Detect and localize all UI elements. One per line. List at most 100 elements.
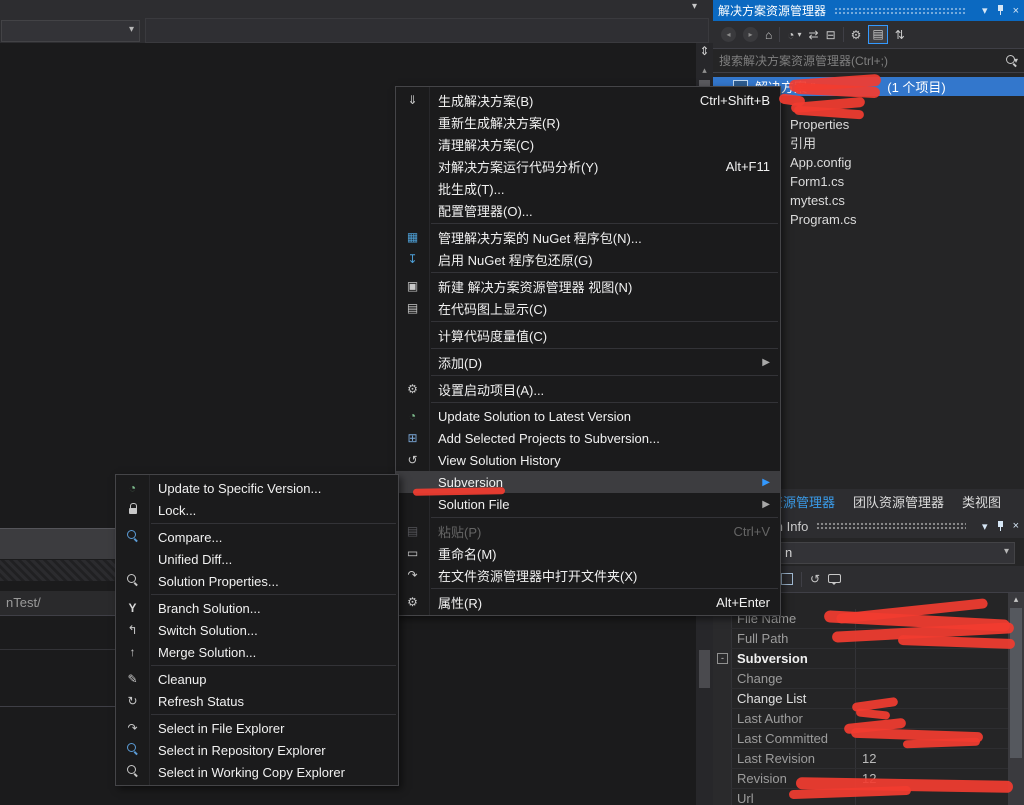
menu-item[interactable]: ▤在代码图上显示(C) bbox=[396, 297, 780, 319]
collapse-icon[interactable]: - bbox=[717, 653, 728, 664]
scroll-up-icon[interactable]: ▴ bbox=[696, 65, 713, 76]
menu-item[interactable]: Select in Repository Explorer bbox=[116, 739, 398, 761]
search-icon[interactable] bbox=[1005, 54, 1018, 67]
menu-item[interactable]: ⊞Add Selected Projects to Subversion... bbox=[396, 427, 780, 449]
refresh-icon: ↻ bbox=[116, 694, 149, 708]
nuget-icon: ▦ bbox=[396, 230, 429, 244]
menu-item[interactable]: ⚙设置启动项目(A)... bbox=[396, 378, 780, 400]
scrollbar-thumb[interactable] bbox=[699, 650, 710, 688]
home-icon[interactable]: ⌂ bbox=[765, 27, 772, 43]
document-icon[interactable] bbox=[781, 573, 793, 585]
menu-item[interactable]: ↧启用 NuGet 程序包还原(G) bbox=[396, 248, 780, 270]
forward-icon[interactable]: ▸ bbox=[743, 27, 758, 42]
menu-item-label: 对解决方案运行代码分析(Y) bbox=[429, 157, 598, 176]
property-row[interactable]: -Subversion bbox=[731, 649, 1008, 669]
menu-item[interactable]: ↷在文件资源管理器中打开文件夹(X) bbox=[396, 564, 780, 586]
menu-item[interactable]: ▭重命名(M) bbox=[396, 542, 780, 564]
window-position-icon[interactable]: ▾ bbox=[982, 520, 988, 533]
window-position-icon[interactable]: ▾ bbox=[982, 4, 988, 17]
menu-item-label: Unified Diff... bbox=[149, 552, 232, 567]
property-value bbox=[855, 669, 1008, 688]
menu-item-label: Merge Solution... bbox=[149, 645, 256, 660]
menu-item-label: Select in File Explorer bbox=[149, 721, 284, 736]
menu-item[interactable]: ▤粘贴(P)Ctrl+V bbox=[396, 520, 780, 542]
splitter-grip-icon[interactable]: ⇕ bbox=[696, 44, 713, 58]
menu-item[interactable]: Lock... bbox=[116, 499, 398, 521]
solution-props-icon bbox=[116, 573, 149, 589]
menu-item[interactable]: ↺View Solution History bbox=[396, 449, 780, 471]
menu-item[interactable]: ◔Update Solution to Latest Version bbox=[396, 405, 780, 427]
cleanup-icon: ✎ bbox=[116, 672, 149, 686]
main-toolbar: ▾ bbox=[0, 15, 713, 43]
sync-with-active-icon[interactable]: ⇅ bbox=[895, 27, 905, 43]
pin-icon[interactable] bbox=[996, 520, 1005, 533]
menu-item-label: Compare... bbox=[149, 530, 222, 545]
show-all-files-icon[interactable]: ▤ bbox=[868, 25, 887, 44]
history-icon: ↺ bbox=[396, 453, 429, 467]
close-icon[interactable]: × bbox=[1013, 520, 1019, 532]
refresh-icon: ↻ bbox=[127, 694, 137, 708]
pin-icon[interactable] bbox=[996, 4, 1005, 17]
menu-item[interactable]: Compare... bbox=[116, 526, 398, 548]
menu-item[interactable]: ▦管理解决方案的 NuGet 程序包(N)... bbox=[396, 226, 780, 248]
menu-item[interactable]: Unified Diff... bbox=[116, 548, 398, 570]
menu-item[interactable]: 计算代码度量值(C) bbox=[396, 324, 780, 346]
refresh-icon[interactable]: ⇄ bbox=[809, 27, 819, 43]
menu-item-label: 配置管理器(O)... bbox=[429, 201, 533, 220]
menu-item[interactable]: 对解决方案运行代码分析(Y) Alt+F11 bbox=[396, 155, 780, 177]
property-value bbox=[855, 649, 1008, 668]
history-icon[interactable]: ↺ bbox=[810, 571, 820, 587]
solution-explorer-titlebar[interactable]: 解决方案资源管理器 ▾ × bbox=[713, 0, 1024, 21]
lock-icon bbox=[116, 502, 149, 518]
property-row[interactable]: Last Revision12 bbox=[731, 749, 1008, 769]
nuget-icon: ▦ bbox=[407, 230, 418, 244]
menu-item[interactable]: ▣新建 解决方案资源管理器 视图(N) bbox=[396, 275, 780, 297]
property-row[interactable]: Change bbox=[731, 669, 1008, 689]
menu-item[interactable]: ↷Select in File Explorer bbox=[116, 717, 398, 739]
properties-icon[interactable]: ⚙ bbox=[851, 27, 862, 43]
toolbar-combobox[interactable]: ▾ bbox=[1, 20, 140, 42]
scroll-up-icon[interactable]: ▴ bbox=[1008, 594, 1024, 605]
toolbar-separator bbox=[779, 27, 780, 42]
menu-item[interactable]: ↻Refresh Status bbox=[116, 690, 398, 712]
menu-item-label: 粘贴(P) bbox=[429, 522, 481, 541]
menu-item[interactable]: ✎Cleanup bbox=[116, 668, 398, 690]
menu-item[interactable]: ⚙属性(R)Alt+Enter bbox=[396, 591, 780, 613]
comment-icon[interactable] bbox=[828, 573, 841, 585]
rename-icon: ▭ bbox=[407, 546, 418, 560]
chevron-down-icon[interactable]: ▾ bbox=[692, 1, 697, 12]
search-box[interactable]: 搜索解决方案资源管理器(Ctrl+;) ▾ bbox=[713, 48, 1024, 73]
menu-item[interactable]: 批生成(T)... bbox=[396, 177, 780, 199]
menu-item[interactable]: ↰Switch Solution... bbox=[116, 619, 398, 641]
menu-item[interactable]: ◔Update to Specific Version... bbox=[116, 477, 398, 499]
tab-类视图[interactable]: 类视图 bbox=[962, 492, 1001, 511]
menu-item[interactable]: Solution File▶ bbox=[396, 493, 780, 515]
title-strip bbox=[0, 0, 713, 15]
tab-团队资源管理器[interactable]: 团队资源管理器 bbox=[853, 492, 944, 511]
ide-window: ▾ ▾ nTest/ ⇕ ▴ 解决方案资源管理器 ▾ × ◂▸⌂◔▾⇄⊟⚙▤⇅ … bbox=[0, 0, 1024, 805]
close-icon[interactable]: × bbox=[1013, 5, 1019, 17]
menu-item[interactable]: 配置管理器(O)... bbox=[396, 199, 780, 221]
nuget-restore-icon: ↧ bbox=[407, 252, 417, 266]
menu-item[interactable]: YBranch Solution... bbox=[116, 597, 398, 619]
menu-item-label: 批生成(T)... bbox=[429, 179, 504, 198]
pending-changes-icon[interactable]: ◔ bbox=[787, 27, 794, 43]
menu-item[interactable]: 清理解决方案(C) bbox=[396, 133, 780, 155]
lock-icon bbox=[128, 502, 138, 515]
toolbar-separator bbox=[801, 572, 802, 587]
menu-item-label: Update Solution to Latest Version bbox=[429, 409, 631, 424]
menu-item[interactable]: 添加(D)▶ bbox=[396, 351, 780, 373]
chevron-down-icon[interactable]: ▾ bbox=[798, 30, 802, 39]
menu-item[interactable]: Select in Working Copy Explorer bbox=[116, 761, 398, 783]
menu-item-label: 属性(R) bbox=[429, 593, 482, 612]
back-icon[interactable]: ◂ bbox=[721, 27, 736, 42]
menu-item[interactable]: ↑Merge Solution... bbox=[116, 641, 398, 663]
menu-item[interactable]: Solution Properties... bbox=[116, 570, 398, 592]
menu-item[interactable]: ⇓生成解决方案(B)Ctrl+Shift+B bbox=[396, 89, 780, 111]
collapse-all-icon[interactable]: ⊟ bbox=[826, 27, 836, 43]
menu-item-label: View Solution History bbox=[429, 453, 561, 468]
menu-shortcut: Alt+F11 bbox=[726, 159, 770, 174]
menu-item[interactable]: 重新生成解决方案(R) bbox=[396, 111, 780, 133]
menu-shortcut: Alt+Enter bbox=[716, 595, 770, 610]
chevron-down-icon: ▾ bbox=[129, 24, 134, 35]
